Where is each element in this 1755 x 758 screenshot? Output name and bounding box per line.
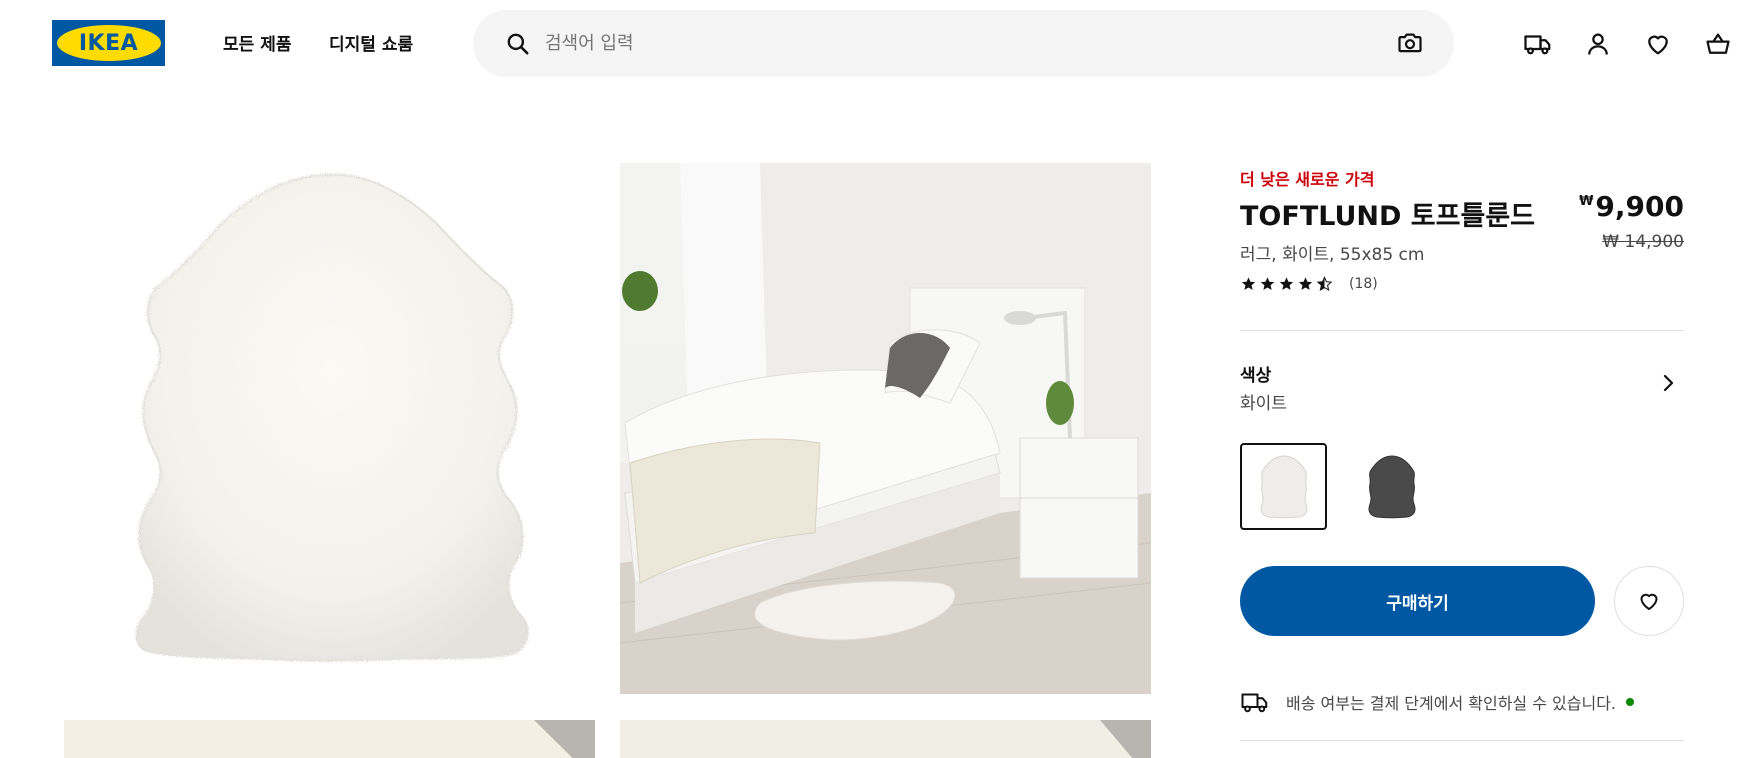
delivery-info: 배송 여부는 결제 단계에서 확인하실 수 있습니다.: [1240, 687, 1684, 717]
nav-all-products[interactable]: 모든 제품: [223, 30, 291, 55]
old-price: ₩ 14,900: [1602, 232, 1684, 252]
star-half-icon: [1316, 276, 1333, 291]
product-title: TOFTLUND 토프틀룬드: [1240, 201, 1536, 232]
nav-digital-showroom[interactable]: 디지털 쇼룸: [329, 30, 413, 55]
product-image-rug[interactable]: [64, 163, 595, 694]
color-value: 화이트: [1240, 394, 1287, 414]
basket-icon[interactable]: [1702, 28, 1734, 60]
logo-text: IKEA: [78, 30, 139, 56]
product-rating[interactable]: (18): [1240, 276, 1378, 292]
rating-stars: [1240, 276, 1333, 292]
star-full-icon: [1260, 277, 1275, 290]
product-price: ₩9,900: [1579, 190, 1684, 223]
search-bar[interactable]: [473, 10, 1454, 77]
buy-button[interactable]: 구매하기: [1240, 566, 1595, 636]
price-value: 9,900: [1595, 190, 1684, 223]
star-full-icon: [1298, 277, 1313, 290]
availability-dot: [1626, 698, 1635, 706]
rating-count[interactable]: (18): [1349, 276, 1378, 292]
delivery-truck-icon: [1241, 693, 1268, 713]
star-full-icon: [1241, 277, 1256, 290]
product-image-room[interactable]: [620, 163, 1151, 694]
product-image-closeup-2[interactable]: [620, 720, 1151, 758]
camera-icon[interactable]: [1396, 29, 1424, 57]
new-price-badge: 더 낮은 새로운 가격: [1240, 170, 1375, 189]
delivery-text: 배송 여부는 결제 단계에서 확인하실 수 있습니다.: [1286, 694, 1617, 713]
color-title: 색상: [1240, 366, 1272, 386]
divider: [1240, 740, 1684, 741]
chevron-right-icon[interactable]: [1656, 371, 1680, 395]
heart-icon: [1640, 593, 1658, 610]
site-header: IKEA 모든 제품 디지털 쇼룸: [0, 0, 1755, 88]
add-to-wishlist-button[interactable]: [1614, 566, 1684, 636]
user-icon[interactable]: [1582, 28, 1614, 60]
price-currency: ₩: [1579, 194, 1594, 209]
search-icon[interactable]: [505, 31, 531, 57]
swatch-white[interactable]: [1240, 443, 1327, 530]
swatch-dark-gray[interactable]: [1348, 443, 1435, 530]
divider: [1240, 330, 1684, 331]
product-description: 러그, 화이트, 55x85 cm: [1240, 245, 1425, 265]
color-selector[interactable]: 색상 화이트: [1240, 355, 1684, 415]
star-full-icon: [1279, 277, 1294, 290]
search-input[interactable]: [545, 22, 1345, 65]
product-image-closeup-1[interactable]: [64, 720, 595, 758]
delivery-truck-icon[interactable]: [1522, 28, 1554, 60]
heart-icon[interactable]: [1642, 28, 1674, 60]
ikea-logo[interactable]: IKEA: [52, 20, 165, 66]
logo-oval: IKEA: [56, 25, 161, 61]
